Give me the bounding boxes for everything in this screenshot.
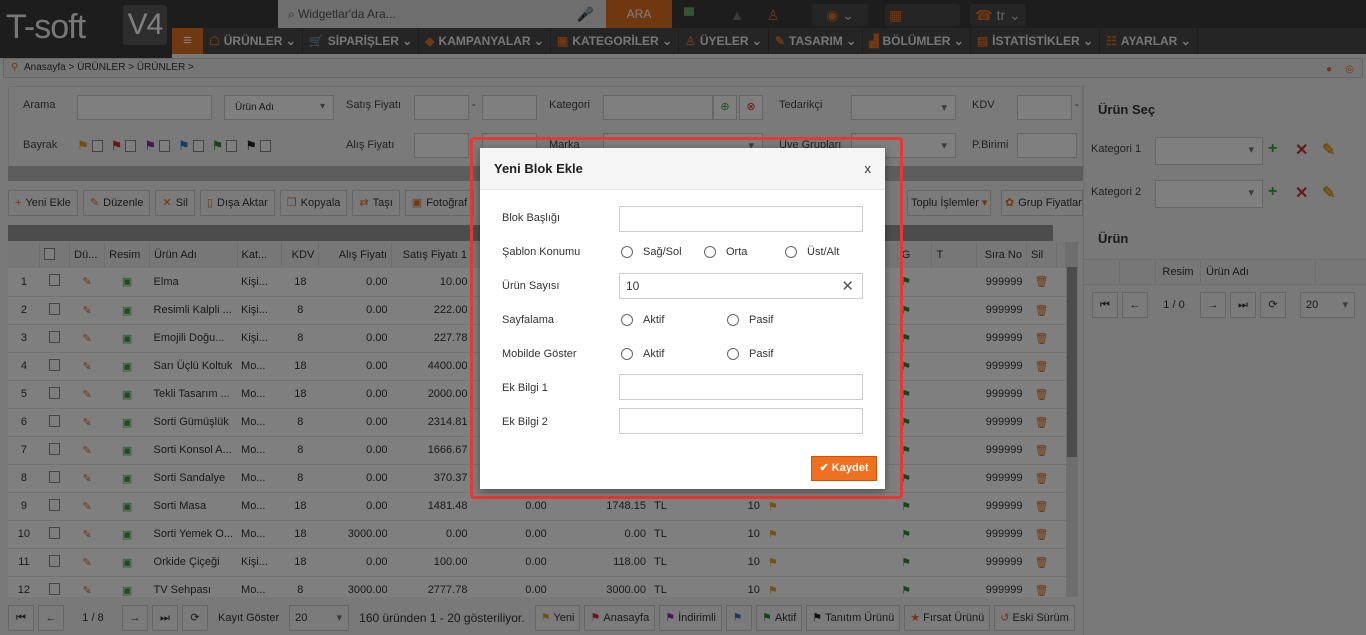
extra-info-2-input[interactable] — [619, 408, 863, 434]
paging-pasif[interactable]: Pasif — [727, 314, 773, 326]
block-title-input[interactable] — [619, 206, 863, 232]
template-position-sag-sol[interactable]: Sağ/Sol — [621, 246, 682, 258]
extra-info-1-input[interactable] — [619, 374, 863, 400]
clear-icon[interactable]: ✕ — [841, 277, 854, 295]
mobile-pasif[interactable]: Pasif — [727, 348, 773, 360]
product-count-input[interactable]: 10 ✕ — [619, 273, 863, 299]
close-icon[interactable]: x — [865, 161, 872, 176]
new-block-modal: Yeni Blok Ekle x Blok Başlığı Şablon Kon… — [480, 148, 885, 489]
modal-title: Yeni Blok Ekle — [494, 161, 583, 176]
save-button[interactable]: ✔ Kaydet — [811, 456, 877, 481]
template-position-ust-alt[interactable]: Üst/Alt — [785, 246, 839, 258]
modal-header: Yeni Blok Ekle x — [480, 148, 885, 190]
paging-aktif[interactable]: Aktif — [621, 314, 664, 326]
template-position-orta[interactable]: Orta — [704, 246, 747, 258]
mobile-aktif[interactable]: Aktif — [621, 348, 664, 360]
check-icon: ✔ — [819, 462, 832, 474]
